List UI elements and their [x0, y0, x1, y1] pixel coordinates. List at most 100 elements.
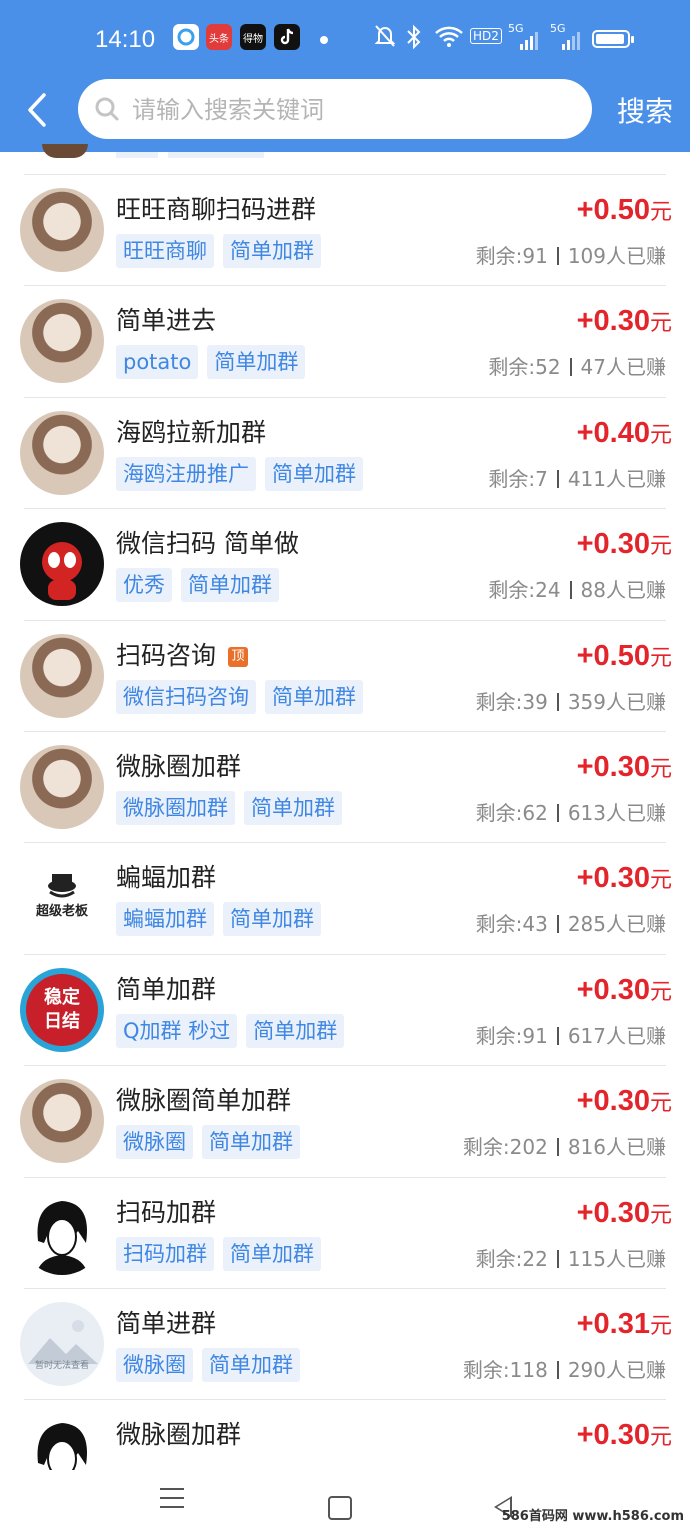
- task-title-text: 简单进去: [116, 306, 217, 336]
- task-reward: +0.30元: [577, 305, 672, 338]
- task-tag: 微信扫码咨询: [116, 679, 256, 714]
- reward-amount: +0.30: [576, 1419, 650, 1452]
- reward-unit: 元: [649, 311, 672, 337]
- task-stats: 剩余:43 285人已赚: [476, 908, 666, 937]
- bluetooth-icon: [405, 24, 423, 55]
- earned-count: 109人已赚: [567, 244, 666, 268]
- stats-divider: [556, 1026, 559, 1045]
- stats-divider: [569, 358, 572, 377]
- task-reward: +0.31元: [577, 1308, 672, 1341]
- task-reward: +0.30元: [577, 1419, 672, 1452]
- home-icon[interactable]: [328, 1496, 352, 1520]
- reward-amount: +0.40: [576, 416, 650, 449]
- task-tags: 海鸥注册推广 简单加群: [116, 456, 363, 491]
- task-stats: 剩余:118 290人已赚: [463, 1354, 666, 1383]
- stats-divider: [556, 247, 559, 265]
- task-tags: 微信扫码咨询 简单加群: [116, 679, 363, 714]
- task-list-item[interactable]: 微信扫码 简单做 优秀 简单加群 +0.30元 剩余:24 88人已赚: [0, 508, 690, 618]
- avatar-photo: [20, 1079, 104, 1164]
- task-title: 微脉圈简单加群: [116, 1081, 291, 1117]
- task-tag: 海鸥注册推广: [116, 456, 256, 491]
- remaining-count: 剩余:91: [475, 244, 548, 268]
- task-tag: Q加群 秒过: [116, 1013, 238, 1048]
- task-reward: +0.30元: [577, 1197, 672, 1230]
- task-title: 旺旺商聊扫码进群: [116, 190, 316, 226]
- avatar-logo: 超级老板: [20, 856, 104, 941]
- task-list-item[interactable]: 旺旺商聊扫码进群 旺旺商聊 简单加群 +0.50元 剩余:91 109人已赚: [0, 174, 690, 284]
- reward-amount: +0.30: [576, 1085, 650, 1118]
- avatar-stamp: 稳定日结: [20, 967, 104, 1052]
- reward-unit: 元: [649, 1091, 672, 1117]
- task-tags: 微脉圈 简单加群: [116, 1125, 300, 1160]
- task-stats: 剩余:62 613人已赚: [476, 797, 666, 826]
- avatar-spiderman: [20, 522, 104, 607]
- earned-count: 617人已赚: [567, 1023, 666, 1048]
- status-time: 14:10: [95, 26, 156, 53]
- earned-count: 816人已赚: [567, 1135, 666, 1160]
- task-tag: 扫码加群: [116, 1236, 214, 1271]
- search-button[interactable]: 搜索: [617, 90, 673, 130]
- remaining-count: 剩余:91: [475, 1023, 548, 1048]
- reward-unit: 元: [649, 757, 672, 782]
- task-tag: 微脉圈: [116, 1348, 193, 1382]
- reward-amount: +0.30: [576, 528, 650, 561]
- dewu-icon: 得物: [240, 24, 266, 50]
- reward-amount: +0.30: [576, 973, 650, 1006]
- avatar-photo: [20, 410, 104, 495]
- task-reward: +0.30元: [577, 974, 672, 1007]
- top-header: 14:10 头条 得物 HD2 5G 5G 请输入搜索关键词 搜索: [0, 0, 690, 152]
- reward-amount: +0.30: [576, 1196, 650, 1229]
- task-list-item[interactable]: 微脉圈加群 微脉圈加群 简单加群 +0.30元 剩余:62 613人已赚: [0, 731, 690, 841]
- reward-amount: +0.50: [576, 639, 650, 672]
- task-title-text: 微脉圈简单加群: [116, 1086, 292, 1116]
- search-bar[interactable]: [78, 79, 592, 139]
- task-list-item[interactable]: 扫码咨询顶微信扫码咨询 简单加群 +0.50元 剩余:39 359人已赚: [0, 620, 690, 730]
- task-tag: 简单加群: [246, 1013, 345, 1048]
- stats-divider: [569, 581, 572, 600]
- task-tag: 优秀: [116, 568, 172, 603]
- task-list-item[interactable]: 稳定日结简单加群 Q加群 秒过 简单加群 +0.30元剩余:91 617人已赚: [0, 954, 690, 1064]
- task-title-text: 蝙蝠加群: [116, 863, 217, 893]
- earned-count: 290人已赚: [567, 1358, 666, 1382]
- task-list-item[interactable]: 扫码加群 扫码加群 简单加群 +0.30元 剩余:22 115人已赚: [0, 1177, 690, 1287]
- task-tag: 简单加群: [223, 1236, 321, 1271]
- task-title: 微脉圈加群: [116, 1415, 241, 1451]
- remaining-count: 剩余:52: [488, 355, 561, 380]
- task-tags: 微脉圈 简单加群: [116, 1348, 300, 1382]
- task-tag: 简单加群: [223, 902, 321, 937]
- task-title-text: 微信扫码 简单做: [116, 529, 299, 559]
- avatar-anime: [20, 1190, 104, 1275]
- task-list-item[interactable]: 暂时无法查看 简单进群 微脉圈 简单加群 +0.31元 剩余:118 290人已赚: [0, 1288, 690, 1398]
- avatar-text: 超级老板: [35, 904, 88, 920]
- task-stats: 剩余:202 816人已赚: [463, 1131, 666, 1160]
- task-list-item[interactable]: 微脉圈简单加群 微脉圈 简单加群 +0.30元 剩余:202 816人已赚: [0, 1065, 690, 1175]
- avatar-photo: [20, 633, 104, 718]
- avatar-photo: [20, 299, 104, 384]
- reward-unit: 元: [649, 422, 672, 448]
- task-tags: Q加群 秒过 简单加群: [116, 1013, 345, 1048]
- notification-dot-icon: [320, 36, 328, 44]
- recent-apps-icon[interactable]: [160, 1488, 184, 1508]
- avatar-placeholder: 暂时无法查看: [20, 1302, 104, 1386]
- earned-count: 411人已赚: [567, 466, 666, 491]
- remaining-count: 剩余:7: [488, 466, 548, 491]
- app-cloud-icon: [173, 24, 199, 50]
- remaining-count: 剩余:39: [475, 689, 548, 714]
- task-tag: 简单加群: [244, 791, 342, 825]
- search-input[interactable]: [130, 89, 574, 131]
- reward-unit: 元: [649, 1425, 672, 1451]
- reward-unit: 元: [649, 645, 672, 671]
- task-list-item[interactable]: 海鸥拉新加群 海鸥注册推广 简单加群 +0.40元 剩余:7 411人已赚: [0, 397, 690, 507]
- task-reward: +0.50元: [577, 194, 672, 227]
- task-reward: +0.30元: [577, 528, 672, 561]
- task-title: 蝙蝠加群: [116, 858, 216, 894]
- task-title-text: 扫码加群: [116, 1197, 217, 1227]
- task-list-item[interactable]: 简单进去 potato 简单加群 +0.30元 剩余:52 47人已赚: [0, 285, 690, 395]
- back-button[interactable]: [22, 92, 52, 128]
- tiktok-icon: [274, 24, 300, 50]
- task-tag: 简单加群: [265, 456, 363, 491]
- task-tag: 简单加群: [181, 568, 279, 603]
- task-stats: 剩余:7 411人已赚: [488, 463, 666, 492]
- stats-divider: [556, 1249, 559, 1268]
- task-list-item[interactable]: 超级老板 蝙蝠加群 蝙蝠加群 简单加群 +0.30元 剩余:43 285人已赚: [0, 842, 690, 952]
